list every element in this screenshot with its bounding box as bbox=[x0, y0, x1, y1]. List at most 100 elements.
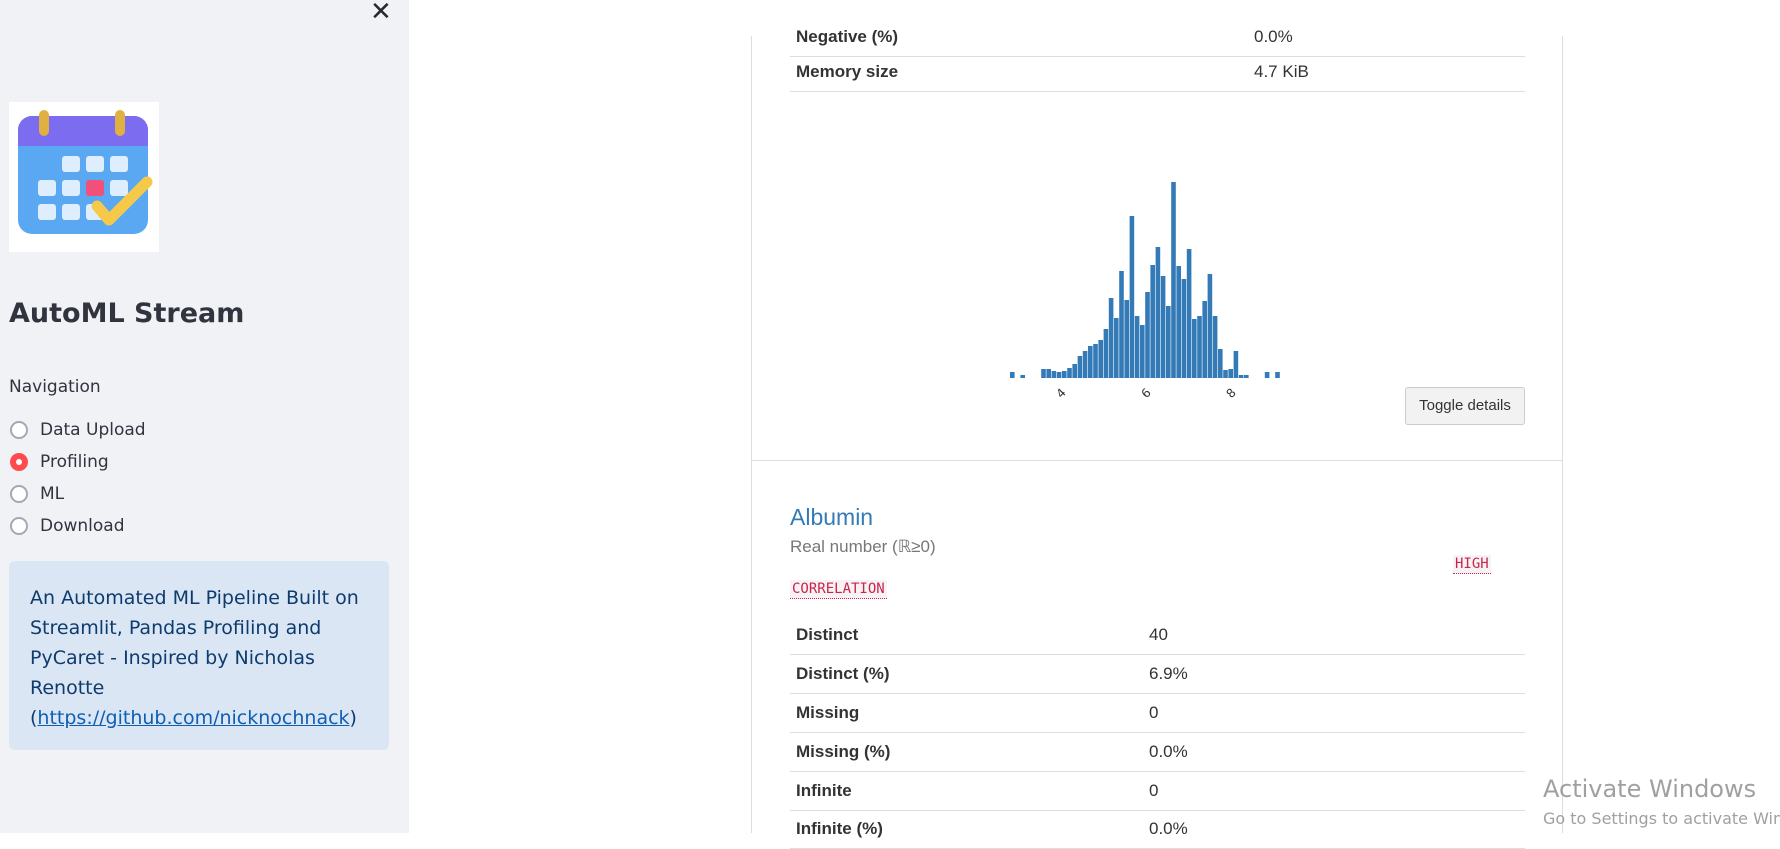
stats-row: Infinite 0 bbox=[790, 772, 1525, 811]
histogram-bar bbox=[1103, 329, 1109, 378]
histogram-bar bbox=[1155, 247, 1161, 378]
histogram-bar bbox=[1134, 316, 1140, 378]
histogram-bar bbox=[1051, 371, 1057, 378]
stat-key: Negative (%) bbox=[796, 27, 899, 46]
stats-row: Distinct 40 bbox=[790, 616, 1525, 655]
variable-name[interactable]: Albumin bbox=[790, 504, 873, 531]
histogram-bar bbox=[1077, 356, 1083, 378]
histogram-bar bbox=[1197, 316, 1202, 378]
navigation-label: Navigation bbox=[9, 377, 101, 397]
nav-item-label: Download bbox=[40, 516, 125, 536]
histogram-bar bbox=[1067, 368, 1072, 378]
histogram-bar bbox=[1192, 319, 1197, 378]
alert-badge[interactable]: HIGH bbox=[1453, 555, 1491, 574]
histogram-bar bbox=[1212, 316, 1218, 378]
histogram-bar bbox=[1056, 372, 1062, 378]
toggle-details-button[interactable]: Toggle details bbox=[1405, 387, 1525, 425]
stat-key: Infinite bbox=[796, 781, 852, 800]
variable-type: Real number (ℝ≥0) bbox=[790, 537, 936, 556]
histogram: 4 6 8 bbox=[998, 138, 1318, 423]
histogram-bar bbox=[1088, 346, 1093, 378]
radio-selected-icon[interactable] bbox=[10, 453, 28, 471]
stat-value: 0 bbox=[1149, 781, 1159, 800]
calendar-logo bbox=[9, 102, 159, 252]
histogram-bar bbox=[1082, 351, 1088, 378]
histogram-bar bbox=[1264, 372, 1270, 378]
nav-item-data-upload[interactable]: Data Upload bbox=[10, 414, 146, 446]
stats-row: Infinite (%) 0.0% bbox=[790, 810, 1525, 849]
histogram-bar bbox=[1207, 274, 1213, 378]
stat-value: 0.0% bbox=[1254, 27, 1293, 46]
stat-value: 0.0% bbox=[1149, 819, 1188, 838]
watermark-line1: Activate Windows bbox=[1543, 775, 1757, 803]
navigation-radio-group: Data Upload Profiling ML Download bbox=[10, 414, 146, 542]
histogram-tick-label: 6 bbox=[1139, 386, 1154, 401]
histogram-bar bbox=[1020, 375, 1025, 378]
histogram-ticks: 4 6 8 bbox=[1054, 386, 1239, 401]
stat-value: 0.0% bbox=[1149, 742, 1188, 761]
histogram-tick-label: 4 bbox=[1054, 386, 1069, 401]
stat-key: Distinct (%) bbox=[796, 664, 890, 683]
histogram-bar bbox=[1150, 265, 1155, 378]
histogram-bar bbox=[1186, 249, 1192, 378]
histogram-bar bbox=[1098, 340, 1103, 378]
nav-item-profiling[interactable]: Profiling bbox=[10, 446, 146, 478]
stats-row: Missing (%) 0.0% bbox=[790, 733, 1525, 772]
histogram-bar bbox=[1166, 306, 1171, 378]
nav-item-label: Data Upload bbox=[40, 420, 146, 440]
histogram-bar bbox=[1218, 349, 1223, 378]
histogram-bar bbox=[1129, 216, 1135, 378]
histogram-bar bbox=[1041, 369, 1046, 378]
stat-key: Distinct bbox=[796, 625, 859, 644]
stats-row: Distinct (%) 6.9% bbox=[790, 655, 1525, 694]
stats-row: Memory size 4.7 KiB bbox=[790, 53, 1525, 92]
stat-key: Infinite (%) bbox=[796, 819, 883, 838]
radio-icon[interactable] bbox=[10, 485, 28, 503]
histogram-tick-label: 8 bbox=[1224, 386, 1239, 401]
stats-row: Missing 0 bbox=[790, 694, 1525, 733]
stat-key: Missing bbox=[796, 703, 860, 722]
stat-value: 40 bbox=[1149, 625, 1168, 644]
histogram-bar bbox=[1140, 325, 1145, 378]
histogram-bar bbox=[1119, 271, 1124, 378]
info-box: An Automated ML Pipeline Built on Stream… bbox=[9, 561, 389, 750]
alert-badge[interactable]: CORRELATION bbox=[790, 580, 887, 599]
nav-item-label: ML bbox=[40, 484, 65, 504]
radio-icon[interactable] bbox=[10, 517, 28, 535]
histogram-bar bbox=[1160, 276, 1166, 378]
histogram-bar bbox=[1228, 369, 1233, 378]
nav-item-ml[interactable]: ML bbox=[10, 478, 146, 510]
histogram-bar bbox=[1072, 364, 1077, 378]
sidebar: ✕ AutoML Stream Navigation Data Upload P… bbox=[0, 0, 409, 833]
watermark-line2: Go to Settings to activate Windows. bbox=[1543, 809, 1780, 828]
histogram-bar bbox=[1093, 344, 1098, 378]
histogram-bar bbox=[1108, 298, 1114, 378]
stat-value: 4.7 KiB bbox=[1254, 62, 1309, 81]
github-link[interactable]: https://github.com/nicknochnack bbox=[37, 707, 349, 729]
nav-item-label: Profiling bbox=[40, 452, 109, 472]
histogram-bar bbox=[1062, 371, 1067, 378]
close-icon[interactable]: ✕ bbox=[370, 0, 392, 25]
nav-item-download[interactable]: Download bbox=[10, 510, 146, 542]
section-divider bbox=[752, 460, 1562, 461]
histogram-bar bbox=[1223, 370, 1228, 378]
histogram-bar bbox=[1275, 372, 1280, 378]
stat-key: Memory size bbox=[796, 62, 899, 81]
stats-row: Negative (%) 0.0% bbox=[790, 18, 1525, 57]
stat-value: 6.9% bbox=[1149, 664, 1188, 683]
histogram-bar bbox=[1181, 279, 1187, 378]
stat-value: 0 bbox=[1149, 703, 1159, 722]
histogram-bar bbox=[1202, 301, 1207, 378]
histogram-bar bbox=[1176, 266, 1181, 378]
radio-icon[interactable] bbox=[10, 421, 28, 439]
histogram-bar bbox=[1244, 375, 1249, 378]
histogram-bar bbox=[1171, 182, 1176, 378]
profiling-report: Negative (%) 0.0% Memory size 4.7 KiB 4 6… bbox=[751, 27, 1563, 849]
histogram-bar bbox=[1046, 369, 1051, 378]
info-suffix: ) bbox=[349, 707, 357, 729]
histogram-bar bbox=[1114, 318, 1119, 378]
histogram-bars bbox=[1010, 182, 1280, 378]
histogram-bar bbox=[1124, 300, 1129, 378]
app-title: AutoML Stream bbox=[9, 298, 245, 329]
histogram-bar bbox=[1238, 375, 1244, 378]
